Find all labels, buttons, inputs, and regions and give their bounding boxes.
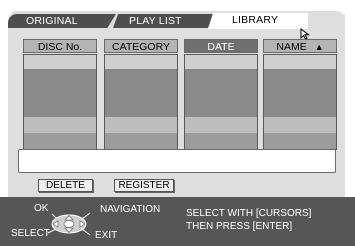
column-header-category[interactable]: CATEGORY: [104, 39, 178, 53]
tab-strip-filler: [308, 14, 345, 28]
column-list-disc-no[interactable]: [23, 54, 97, 150]
library-panel: ORIGINAL PLAY LIST LIBRARY DISC No. CATE…: [8, 11, 345, 197]
navigation-hint-label: NAVIGATION: [100, 204, 161, 215]
message-box: [18, 149, 336, 173]
column-list-name[interactable]: [263, 54, 337, 150]
library-screen: ORIGINAL PLAY LIST LIBRARY DISC No. CATE…: [0, 0, 355, 246]
tab-library[interactable]: LIBRARY: [208, 13, 308, 29]
instruction-line-1: SELECT WITH [CURSORS]: [186, 208, 312, 219]
tab-original[interactable]: ORIGINAL: [8, 14, 116, 28]
column-header-disc-no[interactable]: DISC No.: [23, 39, 97, 53]
column-disc-no[interactable]: DISC No.: [23, 39, 97, 151]
column-date[interactable]: DATE: [184, 39, 258, 151]
register-button[interactable]: REGISTER: [114, 179, 174, 192]
column-name[interactable]: NAME ▲: [263, 39, 337, 151]
column-category[interactable]: CATEGORY: [104, 39, 178, 151]
column-list-category[interactable]: [104, 54, 178, 150]
column-header-name[interactable]: NAME ▲: [263, 39, 337, 53]
exit-hint-label: EXIT: [95, 230, 118, 241]
column-list-date[interactable]: [184, 54, 258, 150]
delete-button[interactable]: DELETE: [38, 179, 93, 192]
instruction-line-2: THEN PRESS [ENTER]: [186, 221, 293, 232]
help-bar: OK NAVIGATION SELECT EXIT SELECT WITH [C…: [0, 197, 355, 246]
tab-play-list[interactable]: PLAY LIST: [113, 14, 215, 28]
remote-dpad-icon: [47, 212, 91, 236]
sort-ascending-icon: ▲: [314, 42, 324, 52]
column-header-date[interactable]: DATE: [184, 39, 258, 53]
column-header-name-label: NAME: [276, 41, 307, 53]
